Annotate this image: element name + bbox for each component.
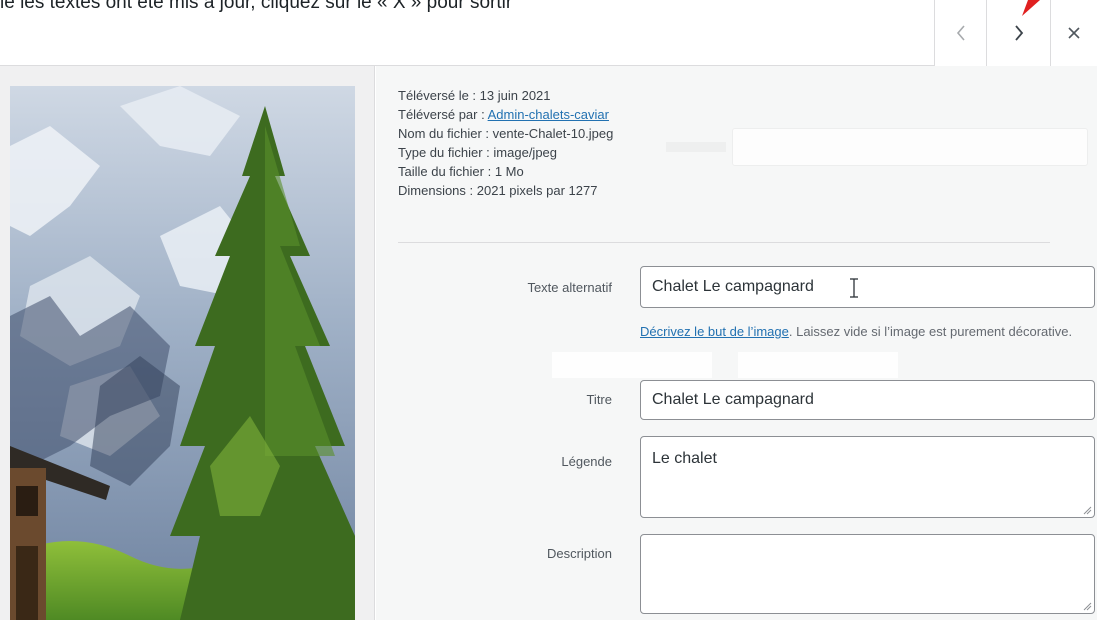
- dimensions-row: Dimensions : 2021 pixels par 1277: [398, 183, 598, 198]
- title-input[interactable]: Chalet Le campagnard: [640, 380, 1095, 420]
- uploaded-by-link[interactable]: Admin-chalets-caviar: [488, 107, 609, 122]
- file-name-row: Nom du fichier : vente-Chalet-10.jpeg: [398, 126, 614, 141]
- caption-text: Le chalet: [652, 450, 717, 467]
- image-preview-panel: [0, 66, 375, 620]
- caption-label: Légende: [561, 454, 612, 469]
- close-modal-button[interactable]: [1050, 0, 1097, 66]
- resize-handle-icon[interactable]: [1082, 601, 1092, 611]
- resize-handle-icon[interactable]: [1082, 505, 1092, 515]
- text-cursor-icon: [850, 278, 858, 298]
- faded-label: [666, 142, 726, 152]
- section-divider: [398, 242, 1050, 243]
- file-size-row: Taille du fichier : 1 Mo: [398, 164, 524, 179]
- description-label: Description: [546, 546, 612, 561]
- faded-field: [732, 128, 1088, 166]
- notice-text: ie les textes ont été mis à jour, clique…: [0, 0, 513, 13]
- previous-attachment-button[interactable]: [934, 0, 986, 66]
- faded-button: [552, 352, 712, 378]
- modal-header: ie les textes ont été mis à jour, clique…: [0, 0, 1097, 66]
- attachment-preview-image: [10, 86, 355, 620]
- attachment-details-panel: Téléversé le : 13 juin 2021 Téléversé pa…: [376, 66, 1097, 620]
- alt-text-label: Texte alternatif: [527, 280, 612, 295]
- alt-text-input[interactable]: Chalet Le campagnard: [640, 266, 1095, 308]
- alt-text-help: Décrivez le but de l’image. Laissez vide…: [640, 324, 1073, 339]
- title-label: Titre: [586, 392, 612, 407]
- description-textarea[interactable]: [640, 534, 1095, 614]
- chevron-right-icon: [1014, 25, 1023, 41]
- close-icon: [1068, 27, 1080, 39]
- chevron-left-icon: [956, 25, 965, 41]
- file-type-row: Type du fichier : image/jpeg: [398, 145, 558, 160]
- file-metadata: Téléversé le : 13 juin 2021 Téléversé pa…: [398, 86, 613, 200]
- arrow-pointer-icon: [1022, 0, 1040, 16]
- caption-textarea[interactable]: Le chalet: [640, 436, 1095, 518]
- describe-purpose-link[interactable]: Décrivez le but de l’image: [640, 324, 789, 339]
- faded-button: [738, 352, 898, 378]
- uploaded-by-row: Téléversé par : Admin-chalets-caviar: [398, 107, 609, 122]
- uploaded-on-row: Téléversé le : 13 juin 2021: [398, 88, 551, 103]
